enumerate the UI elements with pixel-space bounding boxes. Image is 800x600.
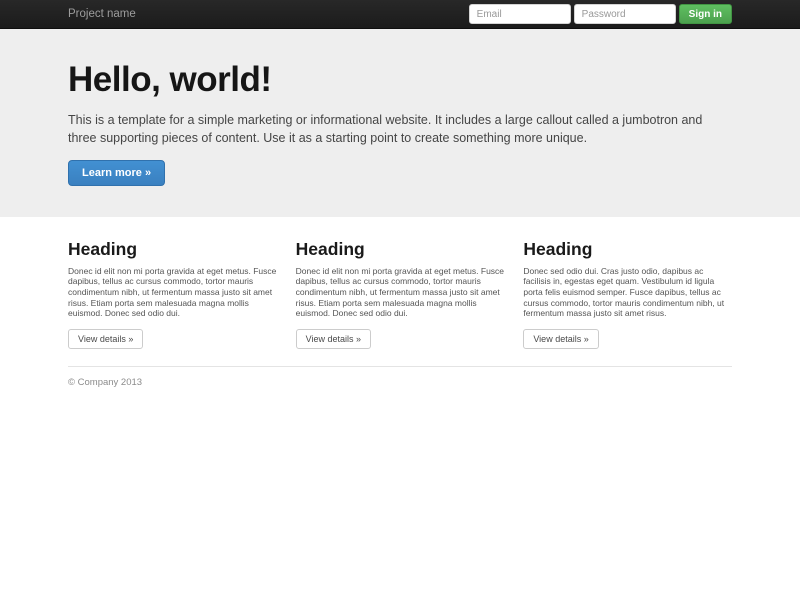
column-text: Donec id elit non mi porta gravida at eg… xyxy=(295,265,505,319)
content-column-3: Heading Donec sed odio dui. Cras justo o… xyxy=(523,239,732,349)
content-column-1: Heading Donec id elit non mi porta gravi… xyxy=(68,239,277,349)
column-heading: Heading xyxy=(523,238,593,259)
column-heading: Heading xyxy=(295,238,365,259)
jumbotron: Hello, world! This is a template for a s… xyxy=(0,29,800,217)
content-column-2: Heading Donec id elit non mi porta gravi… xyxy=(295,238,505,349)
learn-more-button[interactable]: Learn more » xyxy=(68,159,166,186)
sign-in-button[interactable]: Sign in xyxy=(678,4,732,24)
content-area: Heading Donec id elit non mi porta gravi… xyxy=(68,217,732,388)
jumbotron-description: This is a template for a simple marketin… xyxy=(68,112,703,145)
footer-divider xyxy=(68,365,732,367)
column-text: Donec sed odio dui. Cras justo odio, dap… xyxy=(523,265,725,319)
copyright-text: © Company 2013 xyxy=(68,376,143,388)
view-details-button-2[interactable]: View details » xyxy=(295,328,372,349)
page-footer: © Company 2013 xyxy=(68,377,732,388)
jumbotron-title: Hello, world! xyxy=(68,60,272,99)
columns-row: Heading Donec id elit non mi porta gravi… xyxy=(68,239,732,349)
navbar: Project name Sign in xyxy=(0,0,800,29)
navbar-brand[interactable]: Project name xyxy=(68,8,136,20)
email-input[interactable] xyxy=(468,4,571,24)
password-input[interactable] xyxy=(573,4,676,24)
view-details-button-3[interactable]: View details » xyxy=(523,328,599,349)
view-details-button-1[interactable]: View details » xyxy=(68,328,144,349)
signin-form: Sign in xyxy=(468,4,732,24)
column-heading: Heading xyxy=(68,238,138,259)
column-text: Donec id elit non mi porta gravida at eg… xyxy=(68,265,277,319)
